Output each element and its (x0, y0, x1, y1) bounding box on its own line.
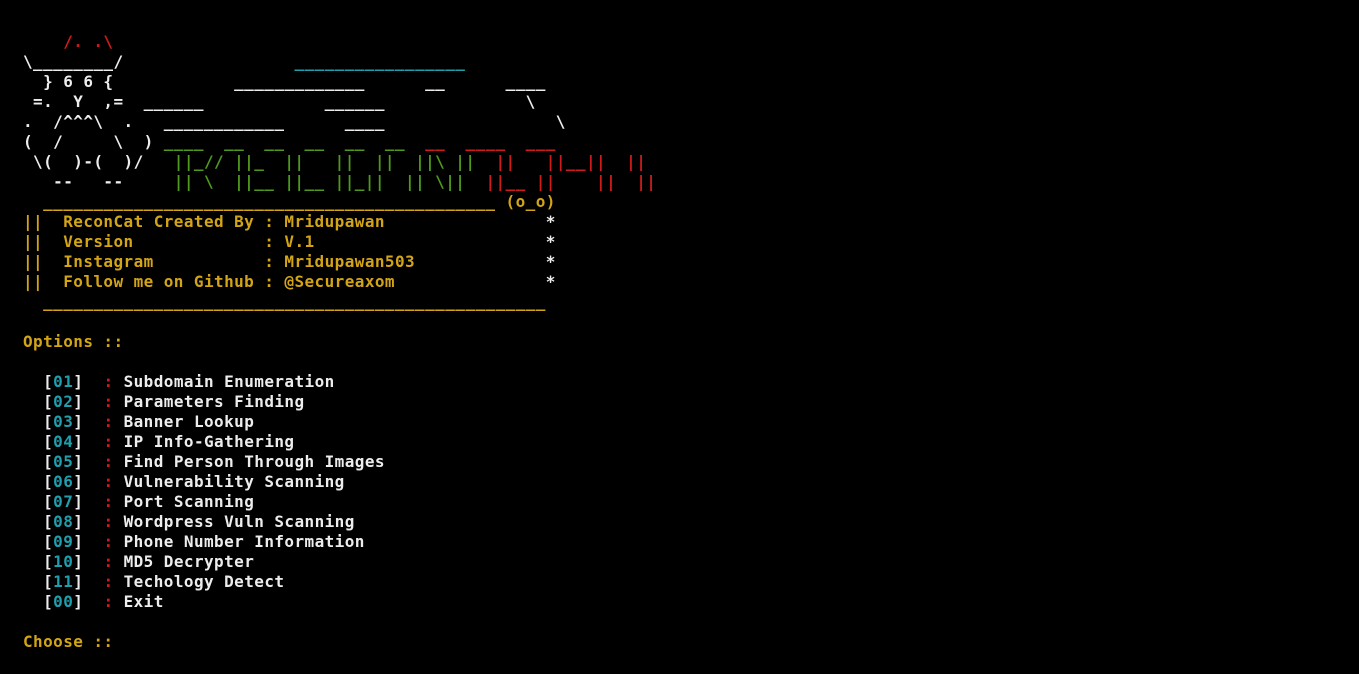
options-heading: Options :: (23, 332, 124, 351)
menu-item-number: 08 (53, 512, 74, 531)
info-row-created: || ReconCat Created By : Mridupawan * (23, 212, 556, 231)
menu-item-10[interactable]: [10] : MD5 Decrypter (23, 552, 1343, 572)
menu-item-label: Port Scanning (123, 492, 255, 511)
menu-item-label: Banner Lookup (123, 412, 255, 431)
menu-separator: : (103, 392, 114, 411)
menu-item-09[interactable]: [09] : Phone Number Information (23, 532, 1343, 552)
menu-separator: : (103, 472, 114, 491)
menu-separator: : (103, 372, 114, 391)
menu-separator: : (103, 492, 114, 511)
info-row-version: || Version : V.1 * (23, 232, 556, 251)
menu-item-number: 09 (53, 532, 74, 551)
info-value: Mridupawan (284, 212, 385, 231)
info-row-github: || Follow me on Github : @Secureaxom * (23, 272, 556, 291)
menu-item-number: 07 (53, 492, 74, 511)
menu-item-number: 02 (53, 392, 74, 411)
menu-separator: : (103, 432, 114, 451)
menu-item-number: 11 (53, 572, 74, 591)
menu-item-07[interactable]: [07] : Port Scanning (23, 492, 1343, 512)
info-value: V.1 (284, 232, 315, 251)
ascii-banner: /. .\ \________/ _________________ } 6 6… (23, 32, 1343, 212)
menu-item-label: Parameters Finding (123, 392, 305, 411)
menu-item-label: MD5 Decrypter (123, 552, 255, 571)
banner-line-2: \________/ _________________ (23, 52, 466, 71)
banner-line-9: ________________________________________… (23, 192, 556, 211)
banner-line-7: \( )-( )/ ||_// ||_ || || || ||\ || || |… (23, 152, 647, 171)
banner-line-5: . /^^^\ . ____________ ____ \ (23, 112, 566, 131)
menu-list: [01] : Subdomain Enumeration [02] : Para… (23, 372, 1343, 612)
menu-item-00[interactable]: [00] : Exit (23, 592, 1343, 612)
menu-item-number: 05 (53, 452, 74, 471)
menu-item-number: 10 (53, 552, 74, 571)
info-value: Mridupawan503 (284, 252, 416, 271)
menu-separator: : (103, 552, 114, 571)
menu-separator: : (103, 452, 114, 471)
banner-line-3: } 6 6 { _____________ __ ____ (23, 72, 546, 91)
menu-separator: : (103, 412, 114, 431)
menu-item-label: Wordpress Vuln Scanning (123, 512, 355, 531)
menu-item-01[interactable]: [01] : Subdomain Enumeration (23, 372, 1343, 392)
menu-item-11[interactable]: [11] : Techology Detect (23, 572, 1343, 592)
banner-line-1: /. .\ (23, 32, 1343, 52)
info-box: || ReconCat Created By : Mridupawan * ||… (23, 212, 1343, 312)
menu-item-label: Subdomain Enumeration (123, 372, 335, 391)
info-label: Follow me on Github (63, 272, 265, 291)
menu-item-02[interactable]: [02] : Parameters Finding (23, 392, 1343, 412)
menu-item-06[interactable]: [06] : Vulnerability Scanning (23, 472, 1343, 492)
menu-item-label: Exit (123, 592, 164, 611)
menu-item-label: Vulnerability Scanning (123, 472, 345, 491)
menu-item-label: IP Info-Gathering (123, 432, 295, 451)
menu-item-number: 03 (53, 412, 74, 431)
banner-line-6: ( / \ ) ____ __ __ __ __ __ __ ____ ___ (23, 132, 556, 151)
menu-item-04[interactable]: [04] : IP Info-Gathering (23, 432, 1343, 452)
cat-ears: /. .\ (23, 32, 114, 51)
banner-line-8: -- -- || \ ||__ ||__ ||_|| || \|| ||__ |… (23, 172, 657, 191)
menu-separator: : (103, 532, 114, 551)
info-row-instagram: || Instagram : Mridupawan503 * (23, 252, 556, 271)
info-label: Instagram (63, 252, 265, 271)
menu-item-label: Phone Number Information (123, 532, 365, 551)
banner-line-4: =. Y ,= ______ ______ \ (23, 92, 536, 111)
menu-item-number: 06 (53, 472, 74, 491)
info-label: ReconCat Created By (63, 212, 265, 231)
info-label: Version (63, 232, 265, 251)
menu-item-08[interactable]: [08] : Wordpress Vuln Scanning (23, 512, 1343, 532)
menu-item-label: Find Person Through Images (123, 452, 385, 471)
menu-item-number: 00 (53, 592, 74, 611)
terminal-output: /. .\ \________/ _________________ } 6 6… (23, 32, 1343, 652)
menu-separator: : (103, 572, 114, 591)
info-value: @Secureaxom (284, 272, 395, 291)
choose-prompt[interactable]: Choose :: (23, 632, 1343, 652)
menu-item-number: 01 (53, 372, 74, 391)
info-bottom-rule: ________________________________________… (23, 292, 546, 311)
menu-item-03[interactable]: [03] : Banner Lookup (23, 412, 1343, 432)
menu-separator: : (103, 592, 114, 611)
menu-item-label: Techology Detect (123, 572, 285, 591)
menu-item-number: 04 (53, 432, 74, 451)
menu-item-05[interactable]: [05] : Find Person Through Images (23, 452, 1343, 472)
menu-separator: : (103, 512, 114, 531)
cat-face: (o_o) (495, 192, 556, 211)
